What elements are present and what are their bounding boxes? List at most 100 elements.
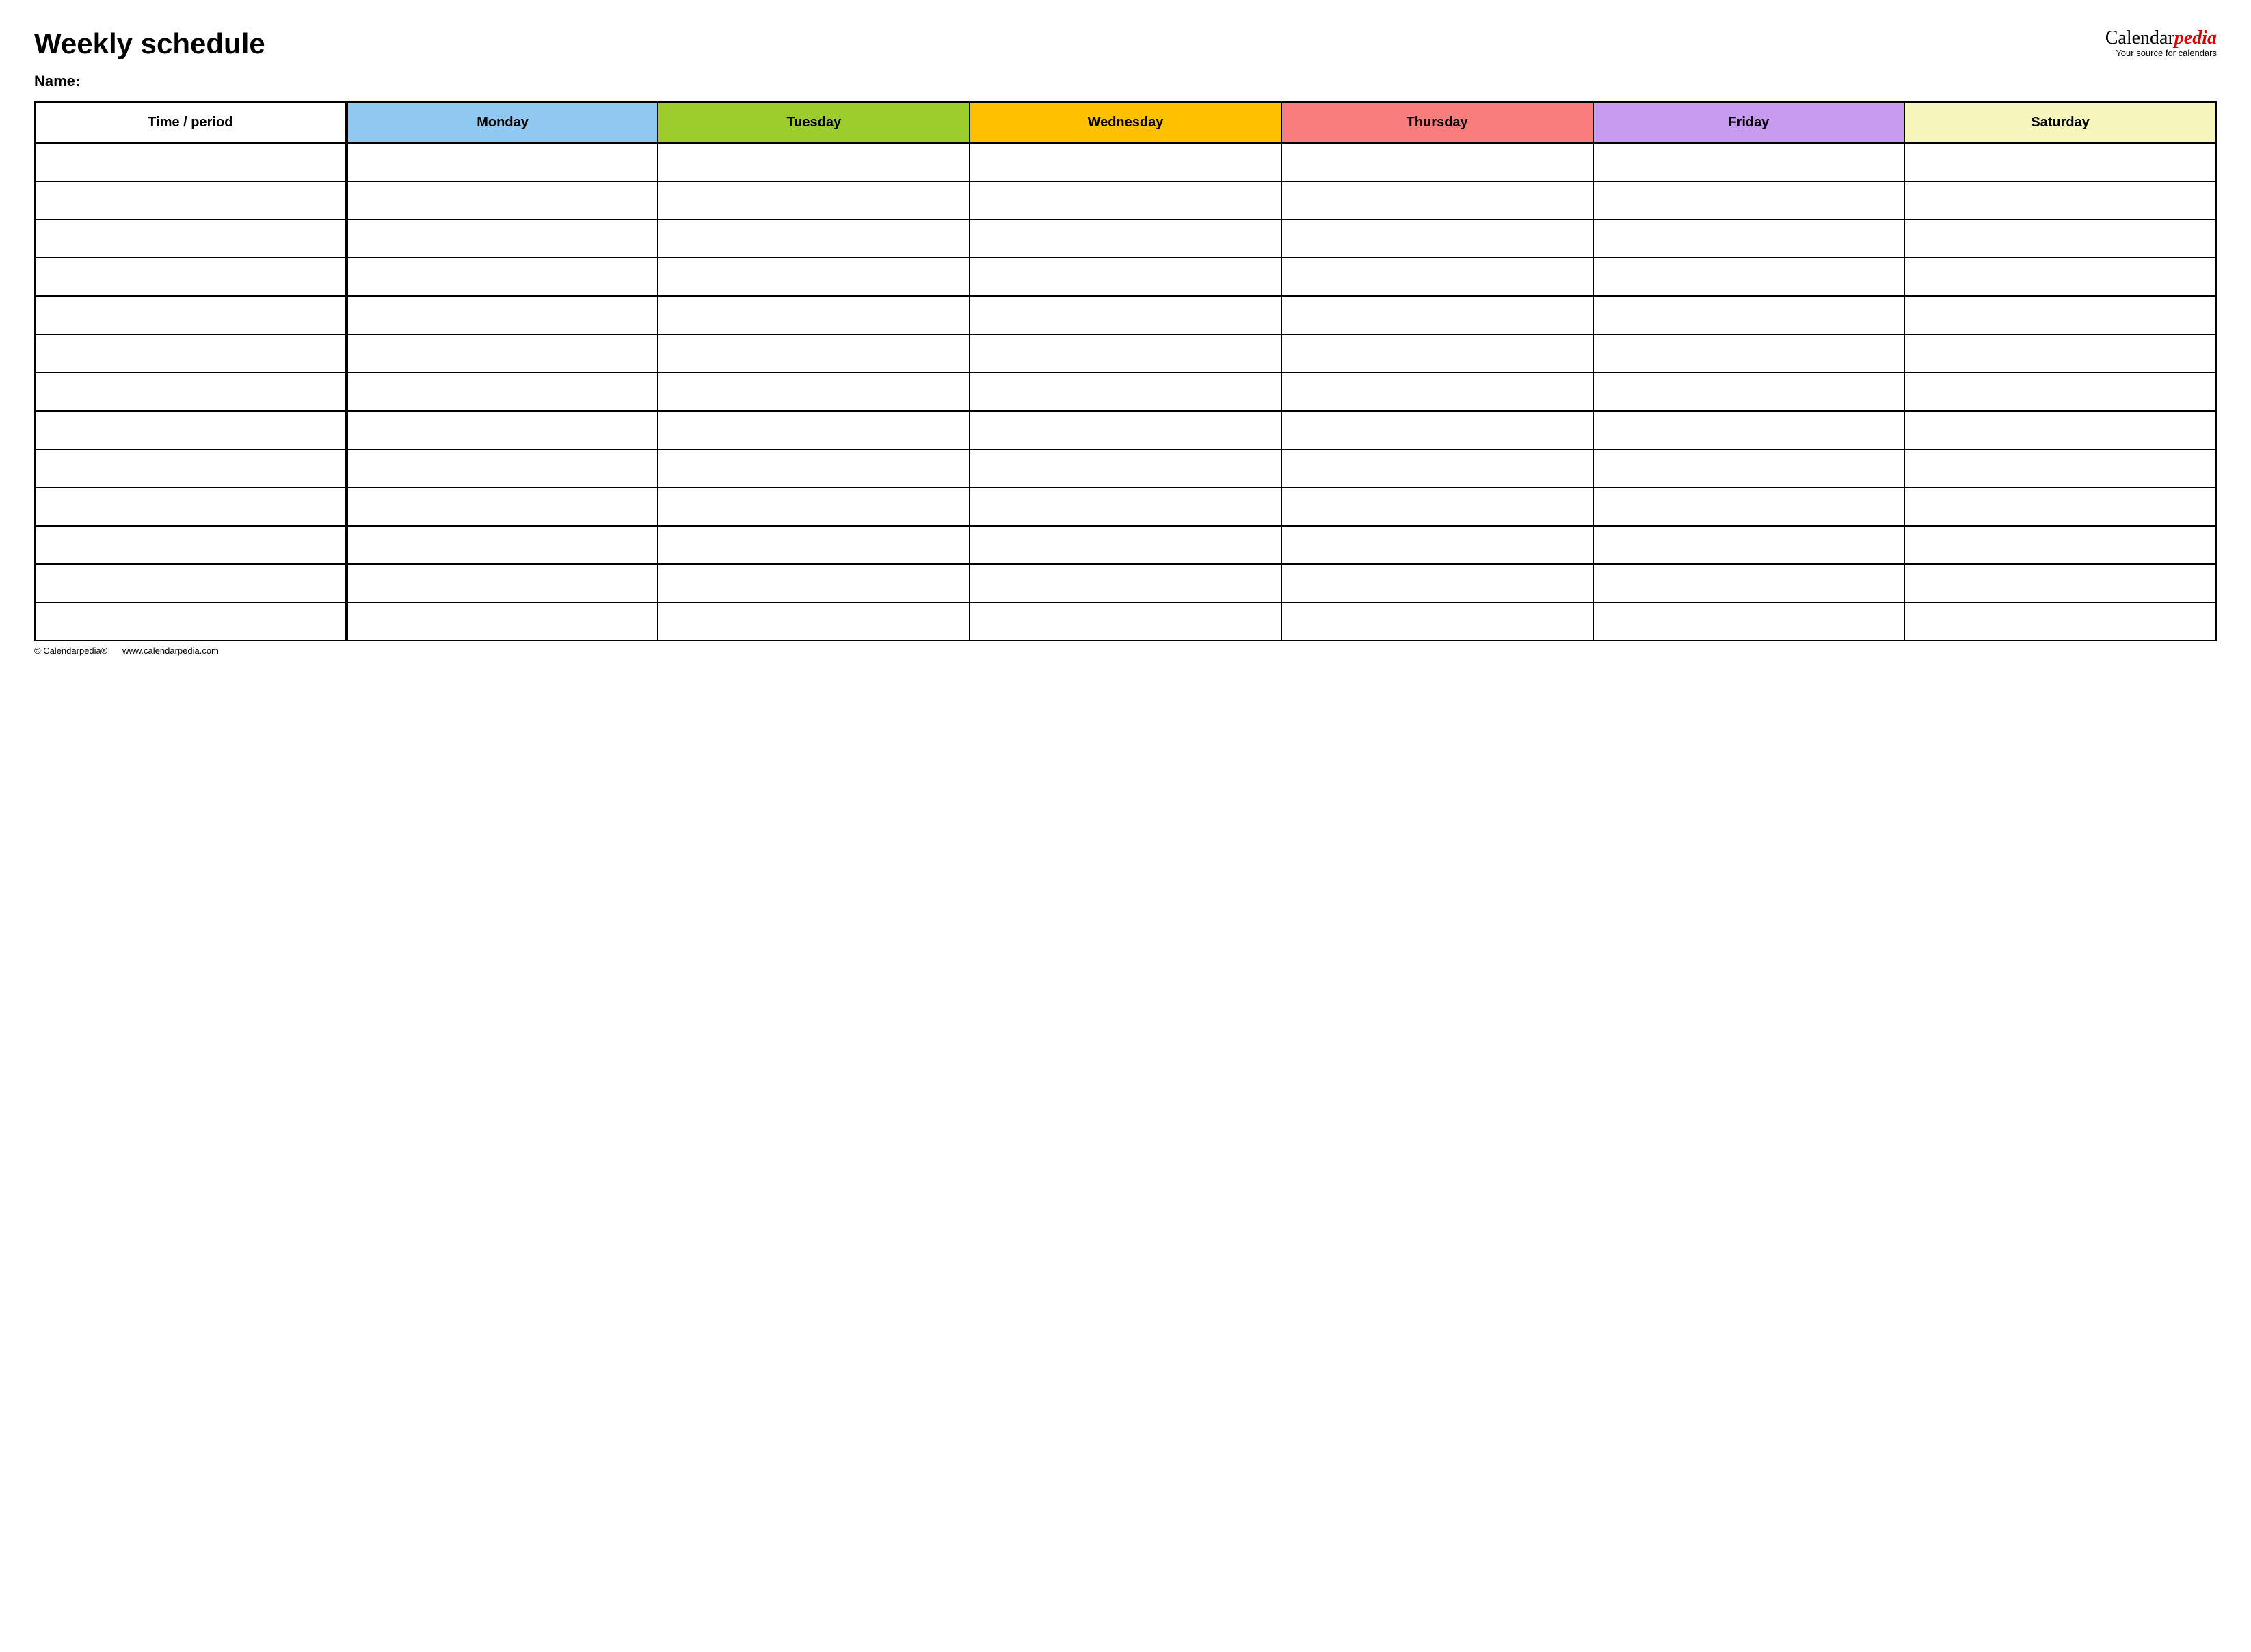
schedule-cell[interactable] (658, 526, 970, 564)
schedule-cell[interactable] (1281, 143, 1593, 181)
schedule-cell[interactable] (1904, 602, 2216, 641)
schedule-cell[interactable] (658, 181, 970, 219)
schedule-cell[interactable] (1904, 449, 2216, 488)
schedule-table: Time / period MondayTuesdayWednesdayThur… (34, 101, 2217, 641)
schedule-cell[interactable] (1593, 449, 1905, 488)
day-header-wednesday: Wednesday (970, 102, 1281, 143)
time-cell[interactable] (35, 449, 347, 488)
schedule-cell[interactable] (347, 373, 658, 411)
schedule-cell[interactable] (1593, 219, 1905, 258)
footer-copyright: © Calendarpedia® (34, 645, 107, 656)
schedule-cell[interactable] (1281, 296, 1593, 334)
schedule-cell[interactable] (347, 564, 658, 602)
schedule-cell[interactable] (347, 143, 658, 181)
schedule-cell[interactable] (1281, 373, 1593, 411)
schedule-cell[interactable] (1281, 488, 1593, 526)
schedule-cell[interactable] (1904, 526, 2216, 564)
schedule-cell[interactable] (658, 334, 970, 373)
schedule-cell[interactable] (1593, 602, 1905, 641)
time-cell[interactable] (35, 143, 347, 181)
schedule-cell[interactable] (1904, 334, 2216, 373)
schedule-cell[interactable] (1281, 181, 1593, 219)
schedule-cell[interactable] (347, 258, 658, 296)
schedule-cell[interactable] (347, 488, 658, 526)
schedule-cell[interactable] (1281, 334, 1593, 373)
schedule-cell[interactable] (347, 602, 658, 641)
footer-url: www.calendarpedia.com (122, 645, 219, 656)
schedule-cell[interactable] (1281, 602, 1593, 641)
schedule-cell[interactable] (970, 181, 1281, 219)
schedule-cell[interactable] (1281, 219, 1593, 258)
schedule-cell[interactable] (658, 564, 970, 602)
schedule-cell[interactable] (1593, 373, 1905, 411)
schedule-cell[interactable] (1904, 219, 2216, 258)
schedule-cell[interactable] (970, 488, 1281, 526)
schedule-cell[interactable] (658, 602, 970, 641)
schedule-cell[interactable] (970, 258, 1281, 296)
schedule-cell[interactable] (1593, 411, 1905, 449)
schedule-cell[interactable] (970, 526, 1281, 564)
schedule-cell[interactable] (970, 411, 1281, 449)
schedule-cell[interactable] (1593, 258, 1905, 296)
schedule-row (35, 143, 2216, 181)
schedule-cell[interactable] (970, 296, 1281, 334)
schedule-cell[interactable] (970, 334, 1281, 373)
schedule-cell[interactable] (1281, 411, 1593, 449)
schedule-cell[interactable] (658, 143, 970, 181)
schedule-cell[interactable] (347, 526, 658, 564)
schedule-cell[interactable] (1904, 296, 2216, 334)
schedule-cell[interactable] (970, 564, 1281, 602)
schedule-cell[interactable] (1281, 526, 1593, 564)
schedule-cell[interactable] (1593, 488, 1905, 526)
schedule-cell[interactable] (658, 488, 970, 526)
schedule-cell[interactable] (1281, 449, 1593, 488)
schedule-cell[interactable] (1281, 258, 1593, 296)
schedule-cell[interactable] (347, 334, 658, 373)
schedule-cell[interactable] (1904, 258, 2216, 296)
schedule-cell[interactable] (1281, 564, 1593, 602)
schedule-cell[interactable] (970, 373, 1281, 411)
schedule-cell[interactable] (1904, 181, 2216, 219)
schedule-row (35, 181, 2216, 219)
time-cell[interactable] (35, 526, 347, 564)
schedule-cell[interactable] (1593, 526, 1905, 564)
schedule-cell[interactable] (970, 219, 1281, 258)
schedule-cell[interactable] (347, 181, 658, 219)
time-cell[interactable] (35, 296, 347, 334)
schedule-cell[interactable] (658, 219, 970, 258)
schedule-cell[interactable] (1593, 181, 1905, 219)
schedule-cell[interactable] (347, 411, 658, 449)
time-cell[interactable] (35, 334, 347, 373)
schedule-cell[interactable] (658, 449, 970, 488)
schedule-cell[interactable] (658, 373, 970, 411)
schedule-cell[interactable] (658, 411, 970, 449)
schedule-cell[interactable] (347, 219, 658, 258)
schedule-cell[interactable] (1593, 564, 1905, 602)
schedule-cell[interactable] (1593, 296, 1905, 334)
schedule-row (35, 411, 2216, 449)
schedule-cell[interactable] (970, 143, 1281, 181)
schedule-cell[interactable] (1904, 143, 2216, 181)
schedule-cell[interactable] (1593, 334, 1905, 373)
header-row: Time / period MondayTuesdayWednesdayThur… (35, 102, 2216, 143)
schedule-cell[interactable] (970, 602, 1281, 641)
time-cell[interactable] (35, 488, 347, 526)
schedule-cell[interactable] (658, 258, 970, 296)
time-cell[interactable] (35, 411, 347, 449)
time-cell[interactable] (35, 219, 347, 258)
time-cell[interactable] (35, 602, 347, 641)
schedule-cell[interactable] (347, 296, 658, 334)
schedule-cell[interactable] (347, 449, 658, 488)
time-cell[interactable] (35, 373, 347, 411)
schedule-cell[interactable] (970, 449, 1281, 488)
time-cell[interactable] (35, 258, 347, 296)
schedule-cell[interactable] (1904, 488, 2216, 526)
schedule-row (35, 373, 2216, 411)
schedule-cell[interactable] (658, 296, 970, 334)
time-cell[interactable] (35, 181, 347, 219)
time-cell[interactable] (35, 564, 347, 602)
schedule-cell[interactable] (1904, 564, 2216, 602)
schedule-cell[interactable] (1593, 143, 1905, 181)
schedule-cell[interactable] (1904, 373, 2216, 411)
schedule-cell[interactable] (1904, 411, 2216, 449)
